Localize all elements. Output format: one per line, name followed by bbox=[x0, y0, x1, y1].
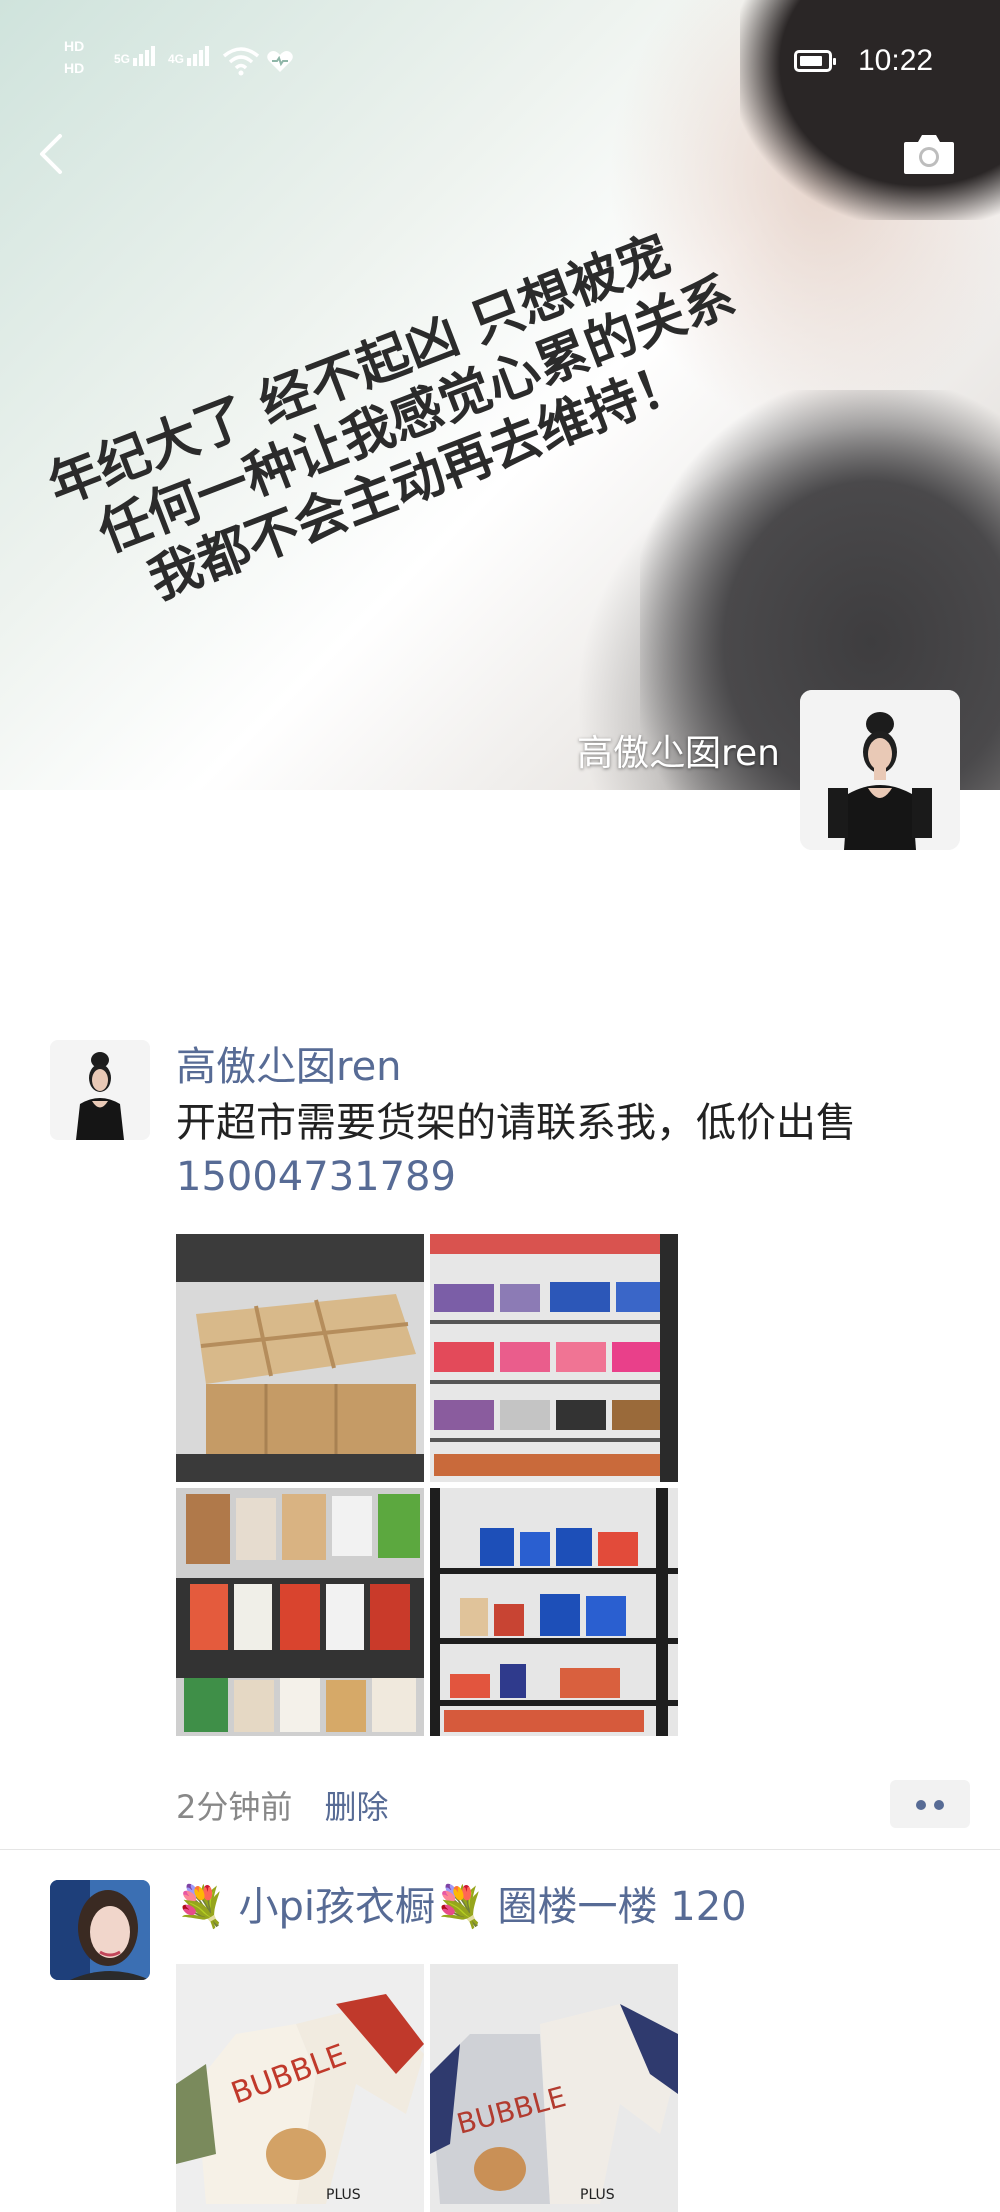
signal-5g: 5G bbox=[114, 46, 157, 66]
avatar-image bbox=[50, 1880, 150, 1980]
post-username[interactable]: 高傲尐囡ren bbox=[176, 1042, 856, 1092]
post-image[interactable] bbox=[176, 1488, 424, 1736]
post-header: 💐 小pi孩衣橱💐 圈楼一楼 120 bbox=[176, 1882, 747, 1932]
cover-owner-name: 高傲尐囡ren bbox=[577, 733, 780, 774]
post-image[interactable] bbox=[430, 1488, 678, 1736]
signal-4g: 4G bbox=[168, 46, 211, 66]
post-text: 开超市需要货架的请联系我，低价出售 bbox=[176, 1100, 856, 1146]
post-image[interactable] bbox=[430, 1234, 678, 1482]
post-image-grid bbox=[176, 1234, 678, 1736]
delete-link[interactable]: 删除 bbox=[325, 1788, 389, 1826]
battery-icon bbox=[794, 50, 836, 72]
hd-label-1: HD bbox=[64, 38, 85, 54]
cover-photo[interactable]: 年纪大了 经不起凶 只想被宠 任何一种让我感觉心累的关系 我都不会主动再去维持！… bbox=[0, 0, 1000, 790]
wifi-icon bbox=[222, 47, 260, 76]
avatar-image bbox=[50, 1040, 150, 1140]
avatar-image bbox=[800, 690, 960, 850]
network-label-4g: 4G bbox=[168, 52, 185, 66]
status-bar: HD HD 5G 4G 10:22 bbox=[0, 0, 1000, 77]
metal-shelf-products-photo bbox=[430, 1488, 678, 1736]
heart-health-icon bbox=[267, 51, 293, 72]
network-label-5g: 5G bbox=[114, 52, 131, 66]
candy-shelf-photo bbox=[430, 1234, 678, 1482]
hd-label-2: HD bbox=[64, 60, 85, 76]
clock: 10:22 bbox=[858, 44, 934, 77]
post-divider bbox=[0, 1849, 1000, 1850]
signal-bars-icon bbox=[187, 46, 211, 66]
signal-bars-icon bbox=[133, 46, 157, 66]
owner-avatar[interactable] bbox=[800, 690, 960, 850]
hd-indicator: HD HD bbox=[64, 38, 84, 76]
post-image[interactable]: BUBBLE PLUS bbox=[430, 1964, 678, 2212]
kids-shirt-photo-1: BUBBLE PLUS bbox=[176, 1964, 424, 2212]
post-time: 2分钟前 bbox=[176, 1788, 293, 1826]
post-header: 高傲尐囡ren 开超市需要货架的请联系我，低价出售 15004731789 bbox=[176, 1042, 856, 1204]
wooden-bin-shelf-photo bbox=[176, 1234, 424, 1482]
post-author-avatar[interactable] bbox=[50, 1040, 150, 1140]
post-author-avatar[interactable] bbox=[50, 1880, 150, 1980]
post-username[interactable]: 💐 小pi孩衣橱💐 圈楼一楼 120 bbox=[176, 1882, 747, 1932]
more-dots-icon[interactable] bbox=[890, 1780, 970, 1828]
phone-link[interactable]: 15004731789 bbox=[176, 1150, 856, 1204]
snack-rack-photo bbox=[176, 1488, 424, 1736]
post-image[interactable]: BUBBLE PLUS bbox=[176, 1964, 424, 2212]
svg-text:PLUS: PLUS bbox=[580, 2187, 615, 2203]
post-meta: 2分钟前 删除 bbox=[176, 1782, 389, 1828]
post-image[interactable] bbox=[176, 1234, 424, 1482]
svg-text:PLUS: PLUS bbox=[326, 2187, 361, 2203]
post-image-grid: BUBBLE PLUS BUBBLE PLUS bbox=[176, 1964, 678, 2212]
back-arrow-icon[interactable] bbox=[30, 126, 74, 182]
kids-shirt-photo-2: BUBBLE PLUS bbox=[430, 1964, 678, 2212]
camera-icon[interactable] bbox=[902, 132, 956, 176]
